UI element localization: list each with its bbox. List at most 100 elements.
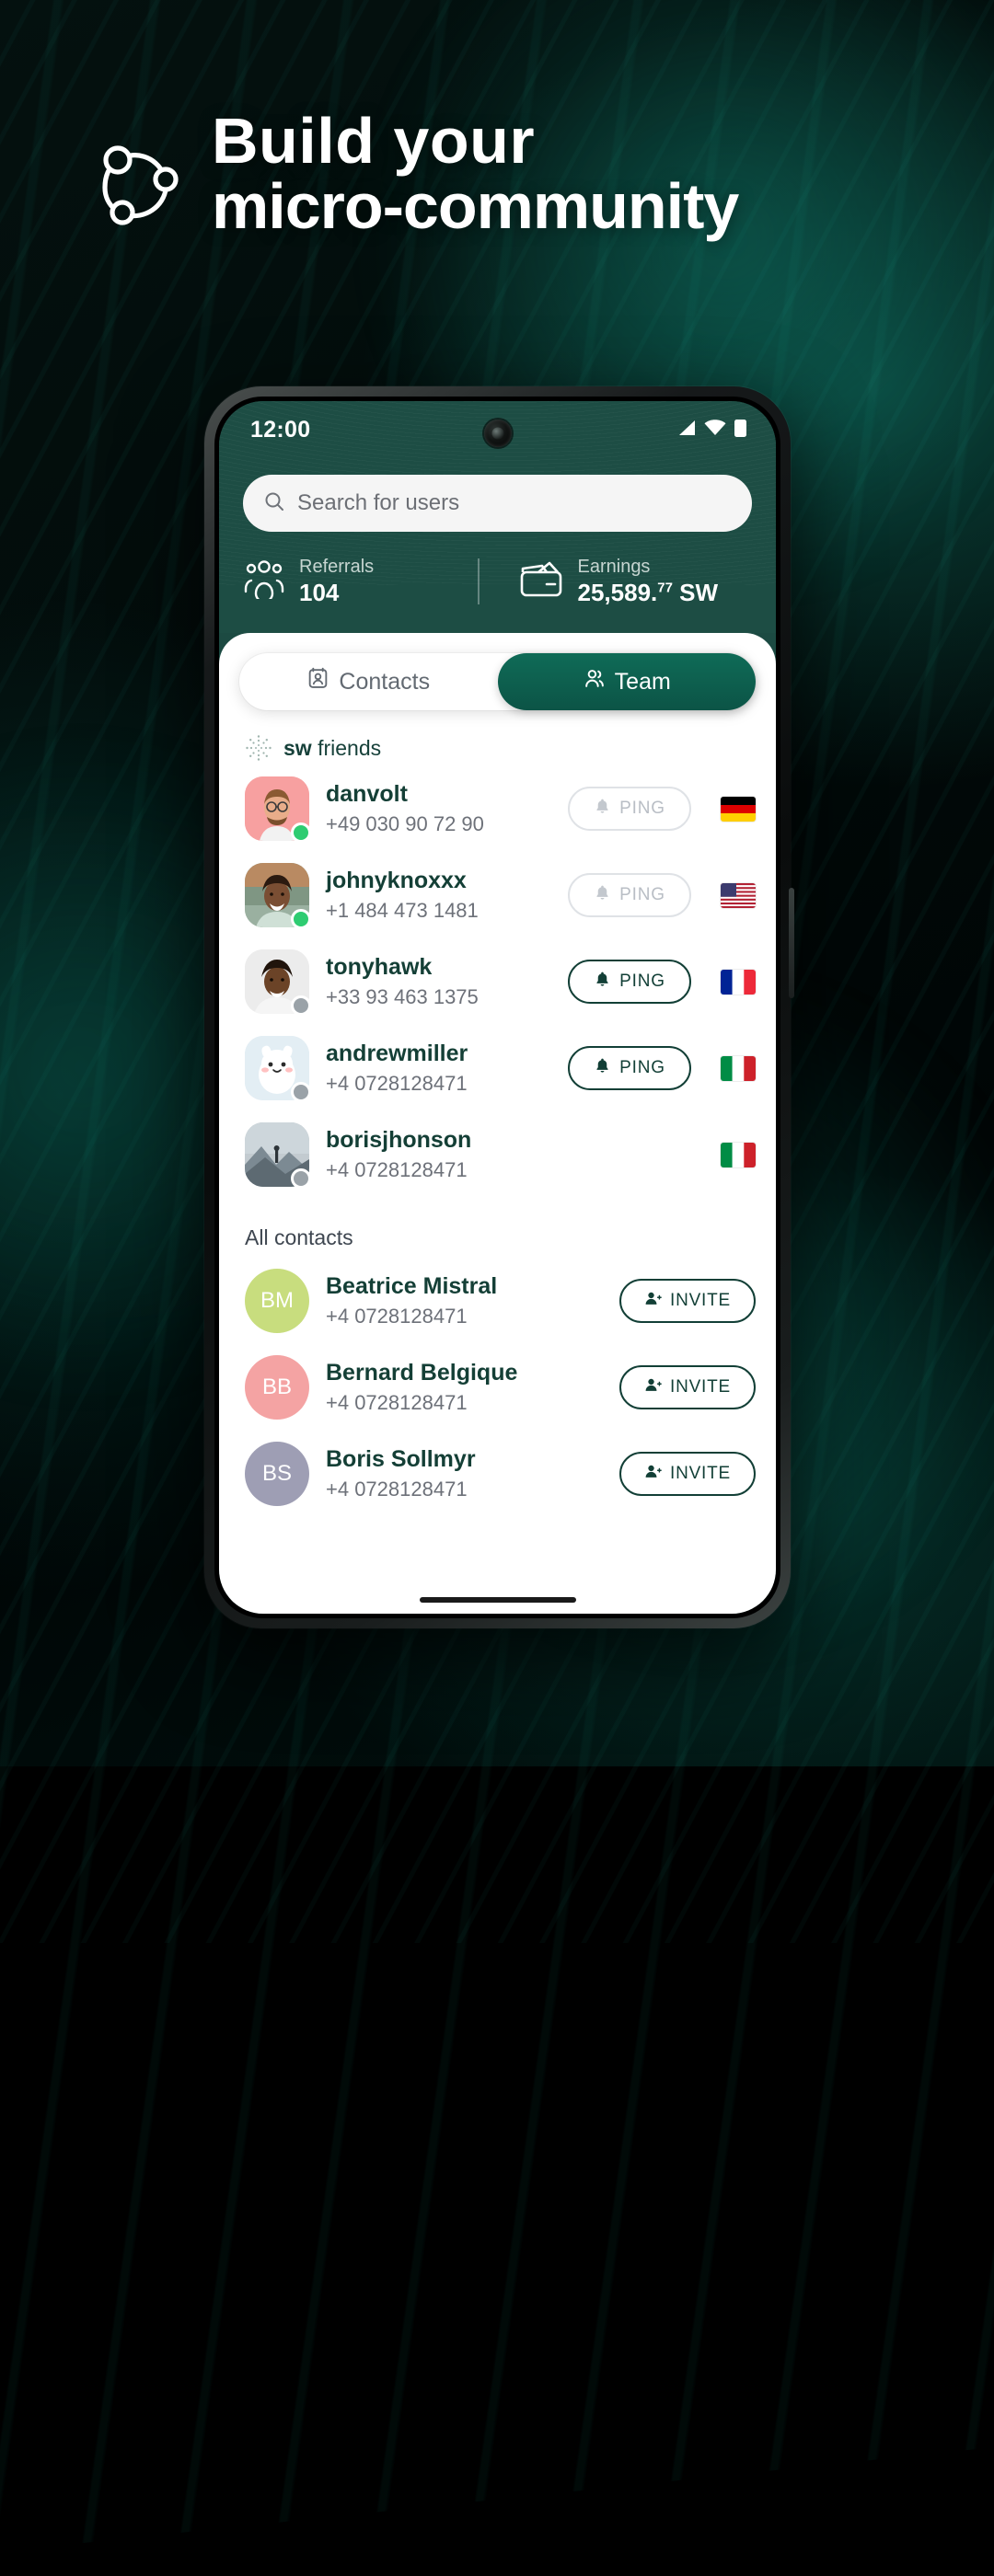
invite-button-label: INVITE [669,1464,732,1484]
home-indicator [419,1597,576,1603]
stat-referrals[interactable]: Referrals 104 [243,556,478,607]
flag-it-icon [721,1142,756,1167]
bell-icon [594,884,611,907]
flag-de-icon [721,796,756,822]
avatar-initials-text: BM [260,1288,294,1314]
phone-screen: 12:00 Search for users Referrals 104 Ear… [219,401,776,1614]
add-person-icon [644,1463,662,1486]
bell-icon [594,798,611,821]
contact-list[interactable]: sw friends danvolt +49 030 90 72 90 PING… [219,710,776,1614]
ping-button[interactable]: PING [568,1046,691,1091]
ping-button-label: PING [619,799,665,819]
tab-team[interactable]: Team [497,653,756,711]
search-input[interactable]: Search for users [243,475,752,532]
signal-icon [676,420,696,441]
contact-phone: +33 93 463 1375 [326,984,479,1008]
invite-button[interactable]: INVITE [619,1452,756,1497]
list-item[interactable]: BB Bernard Belgique +4 0728128471 INVITE [219,1344,776,1431]
contact-phone: +4 0728128471 [326,1304,468,1328]
contact-phone: +1 484 473 1481 [326,898,479,922]
earnings-cents: 77 [657,580,673,596]
contact-name: tonyhawk [326,954,433,981]
ping-button[interactable]: PING [568,960,691,1005]
battery-icon [734,419,746,442]
hero-banner: Build your micro-community [0,108,994,243]
status-dot-online [291,909,311,930]
dotted-burst-icon [245,734,272,762]
list-item[interactable]: borisjhonson +4 0728128471 [219,1111,776,1198]
stat-label-earnings: Earnings [577,557,651,577]
add-person-icon [644,1290,662,1313]
avatar-initials: BB [245,1355,309,1420]
stat-value-referrals: 104 [299,579,340,606]
contact-name: danvolt [326,781,408,808]
stat-value-earnings: 25,589.77 SW [578,579,719,607]
invite-button[interactable]: INVITE [619,1365,756,1410]
list-item[interactable]: andrewmiller +4 0728128471 PING [219,1025,776,1111]
content-sheet: Contacts Team sw friends danvolt +49 030… [219,633,776,1614]
contact-phone: +4 0728128471 [326,1157,468,1181]
hero-line-2: micro-community [212,170,739,243]
contact-card-icon [306,667,329,696]
contact-phone: +49 030 90 72 90 [326,811,484,835]
contact-name: borisjhonson [326,1127,472,1154]
avatar-initials-text: BS [261,1461,292,1487]
phone-mockup: 12:00 Search for users Referrals 104 Ear… [204,386,794,1628]
status-bar: 12:00 [219,401,776,458]
flag-us-icon [721,882,756,908]
front-camera-punchhole [483,420,512,447]
avatar [245,1036,311,1103]
ping-button[interactable]: PING [568,873,691,918]
section-header-all-contacts: All contacts [245,1225,353,1250]
tab-team-label: Team [614,668,671,695]
people-icon [583,667,606,696]
contact-phone: +4 0728128471 [326,1390,468,1414]
list-item[interactable]: BM Beatrice Mistral +4 0728128471 INVITE [219,1258,776,1344]
section-title-rest: friends [311,735,382,760]
list-item[interactable]: BS Boris Sollmyr +4 0728128471 INVITE [219,1431,776,1517]
section-title-bold: sw [283,735,312,760]
status-dot-offline [291,1082,311,1103]
tab-contacts-label: Contacts [339,668,431,695]
page-title: Build your micro-community [212,108,739,243]
contact-name: andrewmiller [326,1041,468,1067]
avatar [245,949,311,1017]
tab-contacts[interactable]: Contacts [239,653,498,710]
contact-phone: +4 0728128471 [326,1071,468,1095]
status-dot-online [291,822,311,844]
contact-name: Bernard Belgique [326,1360,518,1386]
ping-button-label: PING [619,1058,665,1078]
avatar-initials: BS [245,1442,309,1507]
earnings-amount: 25,589. [577,579,658,606]
list-item[interactable]: johnyknoxxx +1 484 473 1481 PING [219,852,776,938]
wifi-icon [704,419,726,441]
stats-row: Referrals 104 Earnings 25,589.77 SW [219,556,776,607]
earnings-currency: SW [672,579,719,606]
referrals-group-icon [243,559,285,604]
list-item[interactable]: danvolt +49 030 90 72 90 PING [219,765,776,852]
ping-button[interactable]: PING [568,787,691,832]
search-placeholder: Search for users [297,490,460,515]
avatar [245,863,311,930]
section-title-sw-friends: sw friends [283,736,381,761]
avatar [245,776,311,844]
flag-fr-icon [721,969,756,995]
avatar-initials: BM [245,1269,309,1334]
avatar [245,1122,311,1190]
hero-line-1: Build your [212,105,536,177]
invite-button[interactable]: INVITE [619,1279,756,1324]
ping-button-label: PING [619,972,665,992]
contact-name: Beatrice Mistral [326,1273,498,1300]
stat-earnings[interactable]: Earnings 25,589.77 SW [480,556,753,607]
invite-button-label: INVITE [669,1291,732,1311]
status-bar-time: 12:00 [250,416,311,443]
section-header-sw-friends: sw friends [219,710,776,765]
status-dot-offline [291,1168,311,1190]
contact-name: Boris Sollmyr [326,1446,476,1473]
tab-bar: Contacts Team [239,653,756,711]
bell-icon [594,1057,611,1080]
status-dot-offline [291,995,311,1017]
flag-it-icon [721,1055,756,1081]
invite-button-label: INVITE [669,1377,732,1397]
list-item[interactable]: tonyhawk +33 93 463 1375 PING [219,938,776,1025]
